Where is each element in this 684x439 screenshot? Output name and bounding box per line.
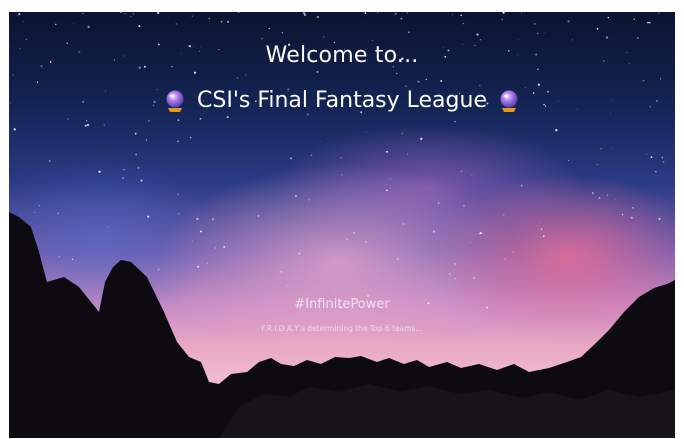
hero-background — [9, 12, 675, 438]
hashtag-tagline: #InfinitePower — [294, 297, 390, 312]
status-text: F.R.I.D.A.Y's determining the Top 6 team… — [261, 324, 423, 333]
league-title: CSI's Final Fantasy League — [197, 88, 487, 113]
rock-silhouette — [9, 212, 675, 438]
crystal-ball-icon — [163, 89, 187, 113]
league-title-row: CSI's Final Fantasy League — [0, 88, 684, 113]
crystal-ball-icon — [497, 89, 521, 113]
welcome-heading: Welcome to... — [265, 43, 419, 68]
